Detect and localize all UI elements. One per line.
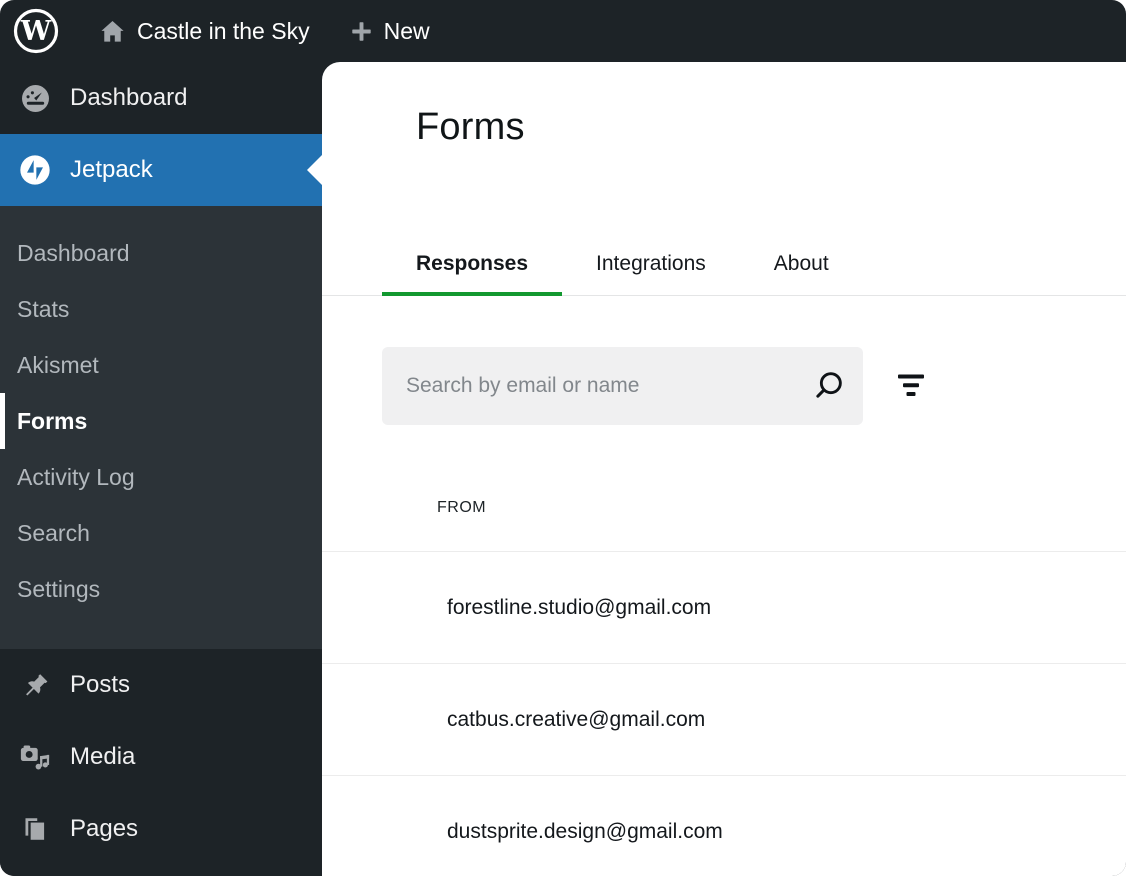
jetpack-submenu: Dashboard Stats Akismet Forms Activity L… [0,206,322,649]
tab-about[interactable]: About [740,232,863,295]
submenu-item-stats[interactable]: Stats [0,281,322,337]
submenu-item-akismet[interactable]: Akismet [0,337,322,393]
site-name: Castle in the Sky [137,18,310,45]
table-row[interactable]: dustsprite.design@gmail.com [322,776,1126,876]
sidebar-item-posts[interactable]: Posts [0,649,322,721]
plus-icon [350,20,373,43]
page-title: Forms [416,104,1126,150]
sidebar-item-label: Dashboard [70,84,187,112]
submenu-item-activity-log[interactable]: Activity Log [0,449,322,505]
media-icon [19,741,51,773]
current-item-arrow [307,155,322,185]
sidebar-item-label: Media [70,743,135,771]
wordpress-logo-icon[interactable]: W [13,8,59,54]
sidebar-item-label: Jetpack [70,156,153,184]
new-content-button[interactable]: New [350,18,430,45]
column-header-from: FROM [322,425,1126,552]
tab-integrations[interactable]: Integrations [562,232,740,295]
sidebar-item-dashboard[interactable]: Dashboard [0,62,322,134]
sidebar-item-media[interactable]: Media [0,721,322,793]
submenu-item-forms[interactable]: Forms [0,393,322,449]
sidebar-item-label: Posts [70,671,130,699]
filter-icon [893,371,929,401]
submenu-item-dashboard[interactable]: Dashboard [0,225,322,281]
search-box [382,347,863,425]
responses-toolbar [382,347,1126,425]
filter-button[interactable] [891,366,931,406]
dashboard-gauge-icon [19,82,51,114]
sidebar-item-jetpack[interactable]: Jetpack [0,134,322,206]
sidebar-item-label: Pages [70,815,138,843]
search-input[interactable] [406,374,809,398]
table-row[interactable]: catbus.creative@gmail.com [322,664,1126,776]
submenu-item-search[interactable]: Search [0,505,322,561]
pages-icon [19,813,51,845]
submenu-item-settings[interactable]: Settings [0,561,322,617]
new-label: New [384,18,430,45]
admin-bar: W Castle in the Sky New [0,0,1126,62]
sidebar-item-pages[interactable]: Pages [0,793,322,865]
jetpack-icon [19,154,51,186]
responses-table: FROM forestline.studio@gmail.com catbus.… [322,425,1126,876]
forms-content-panel: Forms Responses Integrations About [322,62,1126,876]
table-row[interactable]: forestline.studio@gmail.com [322,552,1126,664]
search-icon[interactable] [809,367,847,405]
forms-tabs: Responses Integrations About [322,232,1126,296]
svg-text:W: W [20,16,52,47]
site-home-link[interactable]: Castle in the Sky [99,18,310,45]
pin-icon [19,669,51,701]
admin-sidebar: Dashboard Jetpack Dashboard Stats Akisme… [0,62,322,876]
home-icon [99,18,126,45]
tab-responses[interactable]: Responses [382,232,562,295]
wordpress-admin-screen: W Castle in the Sky New [0,0,1126,876]
